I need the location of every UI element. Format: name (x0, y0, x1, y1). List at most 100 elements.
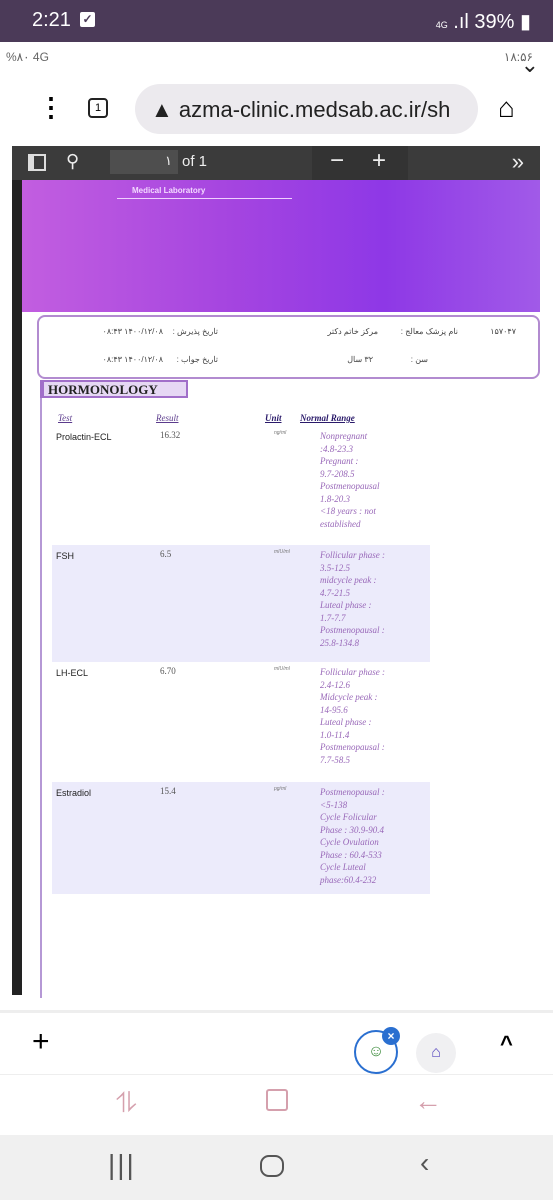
normal-range: Follicular phase : 3.5-12.5 midcycle peak … (320, 549, 430, 649)
tabs-square-icon[interactable] (266, 1089, 288, 1111)
zoom-out-button[interactable]: − (330, 147, 344, 175)
range-line: Luteal phase : (320, 600, 372, 610)
range-line: 1.8-20.3 (320, 493, 350, 504)
patient-info-box: ۱۵۷۰۴۷ نام پزشک معالج : مرکز خاتم دکتر ت… (37, 315, 540, 379)
chevron-down-icon[interactable]: ⌄ (521, 52, 539, 78)
range-line: Cycle Ovulation (320, 837, 379, 847)
table-row: Prolactin-ECL 16.32 ng/ml Nonpregnant :4.8… (52, 426, 430, 544)
range-line: 7.7-58.5 (320, 754, 350, 765)
normal-range: Postmenopausal : <5-138 Cycle Folicular Pha… (320, 786, 430, 886)
unit: mIU/ml (274, 549, 290, 555)
range-line: Luteal phase : (320, 717, 372, 727)
range-line: 25.8-134.8 (320, 637, 359, 648)
zoom-in-button[interactable]: + (372, 147, 386, 175)
lab-banner: Medical Laboratory (22, 180, 540, 312)
range-line: 1.7-7.7 (320, 612, 346, 623)
range-line: established (320, 518, 361, 529)
result-value: 15.4 (160, 786, 176, 796)
range-line: Postmenopausal : (320, 787, 385, 797)
zoom-controls: − + (312, 146, 408, 180)
range-line: Follicular phase : (320, 550, 385, 560)
normal-range: Nonpregnant :4.8-23.3 Pregnant : 9.7-208.5 P… (320, 430, 430, 530)
unit: mIU/ml (274, 666, 290, 672)
lab-title: Medical Laboratory (132, 186, 206, 195)
range-line: phase:60.4-232 (320, 874, 377, 885)
range-line: Midcycle peak : (320, 692, 378, 702)
switch-icon[interactable]: ⥮ (116, 1087, 136, 1120)
range-line: Nonpregnant (320, 431, 368, 441)
reception-date: ۱۴۰۰/۱۲/۰۸ ۰۸:۴۳ (102, 327, 163, 336)
test-name: LH-ECL (56, 668, 89, 678)
range-line: Postmenopausal (320, 481, 380, 491)
section-title: HORMONOLOGY (40, 380, 188, 398)
menu-icon[interactable]: ⋮ (38, 92, 64, 123)
range-line: Postmenopausal : (320, 625, 385, 635)
more-tools-button[interactable]: » (512, 149, 524, 175)
expand-up-button[interactable]: ^ (500, 1031, 513, 1057)
url-text: azma-clinic.medsab.ac.ir/sh (178, 97, 451, 122)
answer-date: ۱۴۰۰/۱۲/۰۸ ۰۸:۴۳ (102, 355, 163, 364)
range-line: <5-138 (320, 799, 348, 810)
range-line: <18 years : not (320, 506, 376, 516)
range-line: Cycle Folicular (320, 812, 377, 822)
table-row: LH-ECL 6.70 mIU/ml Follicular phase : 2.4-… (52, 662, 430, 782)
clock: 2:21 (32, 9, 71, 31)
header-range: Normal Range (300, 413, 355, 423)
patient-id: ۱۵۷۰۴۷ (490, 327, 516, 336)
home-icon[interactable]: ⌂ (498, 92, 515, 124)
pdf-toolbar: ⚲ ۱ of 1 − + » (12, 146, 540, 180)
search-icon[interactable]: ⚲ (66, 151, 79, 172)
recents-icon[interactable]: ||| (108, 1149, 136, 1181)
unit: pg/ml (274, 786, 287, 792)
browser-toolbar: ⋮ 1 ▲ azma-clinic.medsab.ac.ir/sh ⌂ (0, 80, 553, 138)
home-button-icon[interactable] (260, 1155, 284, 1177)
table-row: FSH 6.5 mIU/ml Follicular phase : 3.5-12.5… (52, 545, 430, 662)
unit: ng/ml (274, 430, 287, 436)
range-line: Phase : 30.9-90.4 (320, 824, 384, 835)
result-value: 6.5 (160, 549, 172, 559)
header-result: Result (156, 413, 179, 423)
test-name: Estradiol (56, 788, 92, 798)
url-bar[interactable]: ▲ azma-clinic.medsab.ac.ir/sh (135, 84, 478, 134)
doctor-label: نام پزشک معالج : (400, 327, 458, 336)
range-line: midcycle peak : (320, 575, 377, 585)
range-line: Follicular phase : (320, 667, 385, 677)
result-value: 16.32 (160, 430, 181, 440)
back-icon[interactable]: ‹ (420, 1147, 429, 1179)
range-line: 14-95.6 (320, 704, 348, 715)
range-line: 3.5-12.5 (320, 562, 350, 573)
page-count: of 1 (182, 153, 208, 170)
range-line: Pregnant : (320, 456, 359, 466)
sidebar-toggle-icon[interactable] (28, 154, 46, 171)
answer-label: تاریخ جواب : (176, 355, 218, 364)
header-unit: Unit (265, 413, 282, 423)
test-name: Prolactin-ECL (56, 432, 112, 442)
warning-icon: ▲ (151, 97, 173, 122)
status-right: 4G .ıl 39% ▮ (435, 11, 531, 33)
page-number-input[interactable]: ۱ (110, 150, 178, 174)
inner-status-bar: %۸۰ 4G ۱۸:۵۶ ⌄ (0, 42, 553, 77)
system-nav: ||| ‹ (0, 1135, 553, 1200)
table-row: Estradiol 15.4 pg/ml Postmenopausal : <5-1… (52, 782, 430, 894)
header-test: Test (58, 413, 73, 423)
doctor-name: مرکز خاتم دکتر (327, 327, 379, 336)
new-tab-button[interactable]: + (32, 1025, 50, 1059)
notification-check-icon: ✓ (80, 12, 95, 27)
close-badge-icon[interactable]: × (382, 1027, 400, 1045)
age-value: ۳۲ سال (347, 355, 373, 364)
range-line: Postmenopausal : (320, 742, 385, 752)
back-arrow-icon[interactable]: ← (414, 1085, 442, 1117)
range-line: 1.0-11.4 (320, 729, 350, 740)
range-line: 4.7-21.5 (320, 587, 350, 598)
range-line: :4.8-23.3 (320, 443, 353, 454)
app-icon[interactable]: ⌂ (416, 1033, 456, 1073)
inner-status-left: %۸۰ 4G (6, 50, 49, 64)
range-line: Phase : 60.4-533 (320, 849, 382, 860)
range-line: 9.7-208.5 (320, 468, 355, 479)
age-label: سن : (410, 355, 428, 364)
result-value: 6.70 (160, 666, 176, 676)
tabs-button[interactable]: 1 (88, 98, 108, 118)
page-border (12, 180, 22, 995)
section-rule (40, 398, 42, 998)
test-name: FSH (56, 551, 74, 561)
